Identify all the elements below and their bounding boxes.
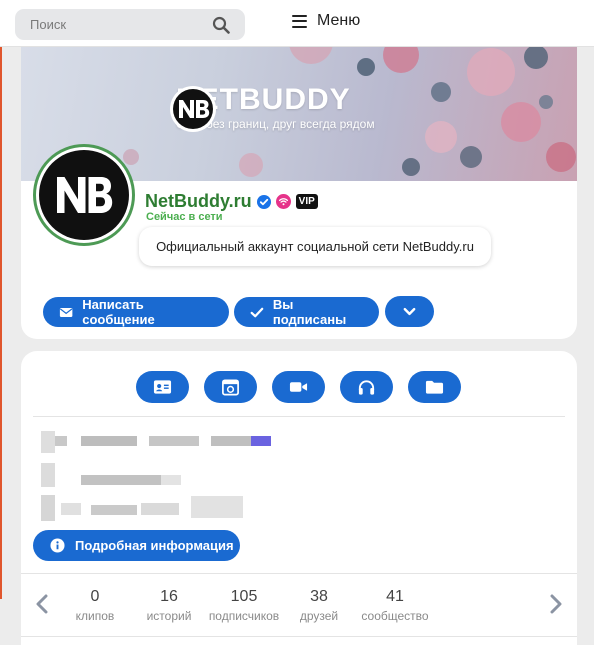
send-message-label: Написать сообщение [82, 297, 155, 327]
stat-label: клипов [75, 609, 115, 623]
stat-value: 0 [90, 588, 100, 605]
id-card-icon [153, 380, 172, 394]
chevron-down-icon [403, 307, 416, 315]
page-edge-accent [0, 47, 2, 599]
stat-communities[interactable]: 41 сообщество [355, 588, 435, 623]
avatar[interactable] [33, 144, 135, 246]
info-card: Подробная информация 0 клипов 16 историй… [21, 351, 577, 645]
top-bar: Меню [0, 0, 594, 47]
stats-bar: 0 клипов 16 историй 105 подписчиков 38 д… [21, 574, 577, 636]
stat-value: 105 [230, 588, 258, 605]
headphones-icon [358, 380, 375, 395]
avatar-logo-icon [57, 177, 113, 213]
wifi-badge-icon [275, 194, 291, 209]
tab-calendar[interactable] [204, 371, 257, 403]
folder-icon [425, 380, 444, 394]
stat-followers[interactable]: 105 подписчиков [204, 588, 284, 623]
section-tabs [136, 371, 461, 403]
search-input[interactable] [15, 17, 200, 32]
search-icon[interactable] [212, 16, 230, 34]
stat-stories[interactable]: 16 историй [139, 588, 199, 623]
divider [21, 636, 577, 637]
profile-bio: Официальный аккаунт социальной сети NetB… [139, 227, 491, 266]
subscribed-label: Вы подписаны [272, 297, 347, 327]
profile-actions: Написать сообщение Вы подписаны [43, 295, 434, 327]
stat-value: 41 [386, 588, 404, 605]
video-camera-icon [289, 382, 308, 392]
bio-text: Официальный аккаунт социальной сети NetB… [156, 239, 474, 254]
details-button[interactable]: Подробная информация [33, 530, 240, 561]
chevron-left-icon[interactable] [33, 594, 51, 614]
brand-logo-group: NETBUDDY Сеть без границ, друг всегда ря… [169, 85, 375, 132]
more-actions-button[interactable] [385, 295, 434, 327]
profile-name: NetBuddy.ru [145, 191, 252, 211]
stat-friends[interactable]: 38 друзей [289, 588, 349, 623]
search-box [15, 9, 245, 40]
verified-icon [256, 194, 271, 209]
info-icon [50, 538, 65, 553]
send-message-button[interactable]: Написать сообщение [43, 297, 229, 327]
tab-profile-card[interactable] [136, 371, 189, 403]
stat-value: 16 [160, 588, 178, 605]
stat-label: историй [146, 609, 192, 623]
stat-label: сообщество [361, 609, 429, 623]
stat-label: подписчиков [208, 609, 280, 623]
tab-music[interactable] [340, 371, 393, 403]
check-icon [250, 307, 264, 317]
avatar-image [39, 150, 129, 240]
profile-name-row: NetBuddy.ru VIP [145, 191, 318, 212]
subscribed-button[interactable]: Вы подписаны [234, 297, 379, 327]
details-label: Подробная информация [75, 538, 234, 553]
chevron-right-icon[interactable] [547, 594, 565, 614]
menu-button[interactable]: Меню [292, 12, 360, 30]
online-status: Сейчас в сети [146, 211, 223, 223]
hamburger-icon [292, 14, 307, 28]
divider [33, 416, 565, 417]
stat-label: друзей [299, 609, 339, 623]
stat-value: 38 [310, 588, 328, 605]
calendar-icon [222, 379, 239, 396]
menu-label: Меню [317, 12, 361, 29]
envelope-icon [59, 307, 73, 317]
netbuddy-logo-icon [170, 86, 216, 132]
stat-clips[interactable]: 0 клипов [65, 588, 125, 623]
vip-badge: VIP [295, 194, 318, 209]
tab-videos[interactable] [272, 371, 325, 403]
tab-files[interactable] [408, 371, 461, 403]
profile-card: NETBUDDY Сеть без границ, друг всегда ря… [21, 47, 577, 339]
